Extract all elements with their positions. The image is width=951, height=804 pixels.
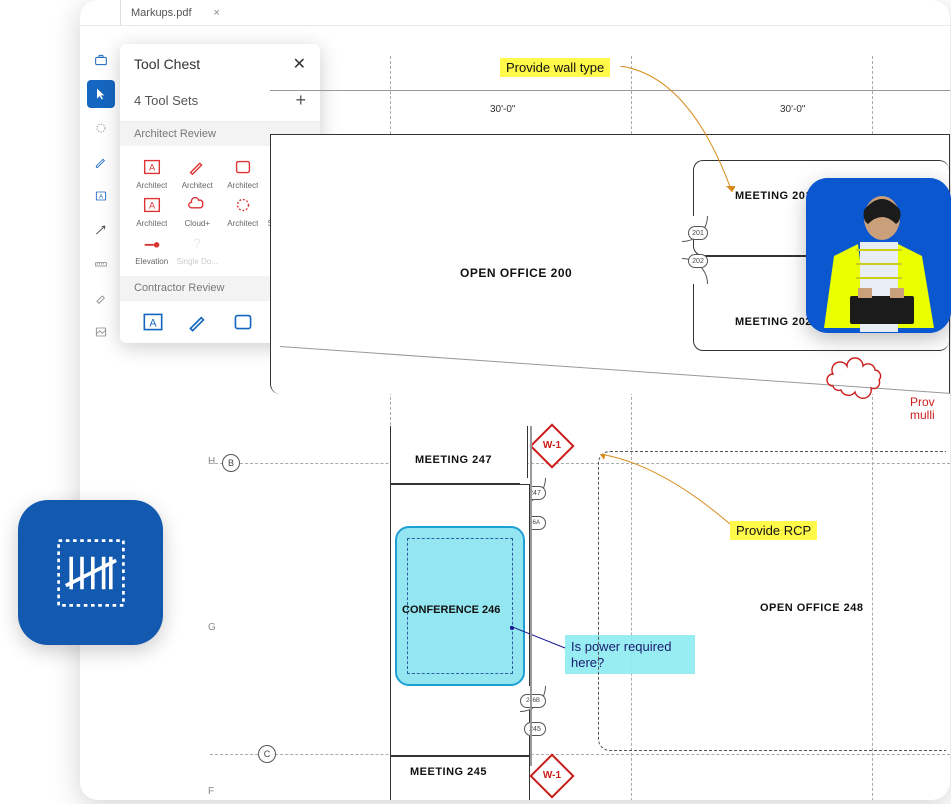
door-tag-245: 245 bbox=[524, 722, 546, 736]
gridline-c bbox=[210, 754, 950, 755]
leader-walltype bbox=[620, 66, 735, 196]
leader-rcp bbox=[600, 454, 740, 529]
cloud-markup-mullion[interactable] bbox=[825, 356, 895, 400]
grid-node-b: B bbox=[222, 454, 240, 472]
tally-grid-icon bbox=[46, 528, 136, 618]
diamond-w1-upper[interactable]: W-1 bbox=[529, 423, 574, 468]
file-tab-name: Markups.pdf bbox=[131, 7, 192, 19]
room-conference-246: CONFERENCE 246 bbox=[402, 604, 500, 616]
dim-span2: 30'-0" bbox=[780, 104, 805, 115]
leader-power bbox=[510, 626, 570, 661]
door-tag-201: 201 bbox=[688, 226, 708, 240]
diamond-w1-lower[interactable]: W-1 bbox=[529, 753, 574, 798]
door-tag-246b: 246B bbox=[520, 694, 546, 708]
tab-bar: Markups.pdf × bbox=[80, 0, 950, 26]
file-tab[interactable]: Markups.pdf × bbox=[120, 0, 230, 25]
app-window: Markups.pdf × A bbox=[80, 0, 950, 800]
room-box-245 bbox=[390, 756, 530, 800]
room-open-office-248: OPEN OFFICE 248 bbox=[760, 602, 863, 614]
room-meeting-201: MEETING 201 bbox=[735, 190, 812, 202]
annotation-mullion: Prov mulli bbox=[910, 396, 935, 422]
room-meeting-245: MEETING 245 bbox=[410, 766, 487, 778]
room-meeting-247: MEETING 247 bbox=[415, 454, 492, 466]
room-open-office-200: OPEN OFFICE 200 bbox=[460, 266, 572, 280]
grid-node-c: C bbox=[258, 745, 276, 763]
wall-vert-246 bbox=[530, 426, 532, 766]
door-tag-202: 202 bbox=[688, 254, 708, 268]
drawing-canvas[interactable]: 30'-0" 30'-0" B C H G F OPEN OFFICE 200 … bbox=[80, 26, 950, 800]
room-meeting-202: MEETING 202 bbox=[735, 316, 812, 328]
user-avatar bbox=[806, 178, 951, 333]
axis-g: G bbox=[208, 622, 216, 633]
brand-badge bbox=[18, 500, 163, 645]
close-icon[interactable]: × bbox=[214, 7, 220, 19]
axis-h: H bbox=[208, 456, 215, 467]
annotation-provide-wall-type[interactable]: Provide wall type bbox=[500, 58, 610, 77]
axis-f: F bbox=[208, 786, 214, 797]
dim-span1: 30'-0" bbox=[490, 104, 515, 115]
dim-line-top bbox=[270, 90, 950, 91]
annotation-provide-rcp[interactable]: Provide RCP bbox=[730, 521, 817, 540]
